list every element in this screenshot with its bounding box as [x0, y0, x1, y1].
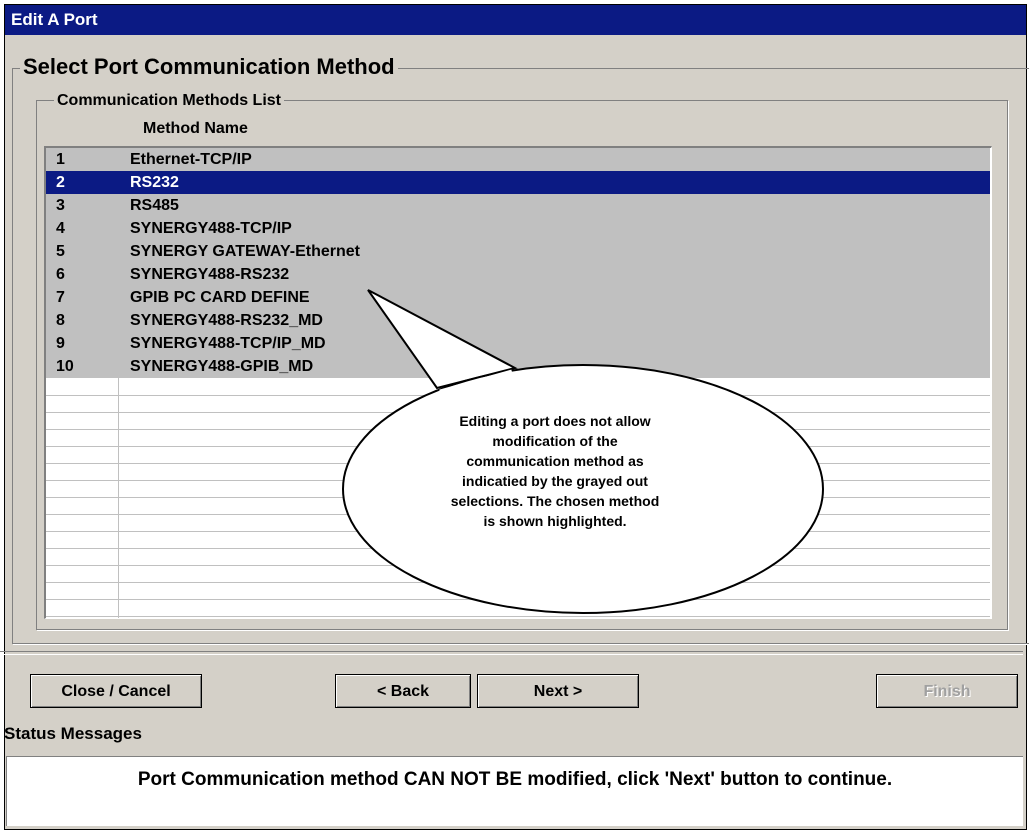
- list-item-name: SYNERGY488-RS232: [130, 266, 290, 283]
- callout-line: Editing a port does not allow: [459, 413, 651, 429]
- list-item-name: SYNERGY488-TCP/IP: [130, 220, 292, 237]
- column-header-method-name: Method Name: [143, 120, 248, 137]
- callout-line: indicatied by the grayed out: [462, 473, 648, 489]
- close-cancel-button[interactable]: Close / Cancel: [30, 674, 202, 708]
- callout-text: Editing a port does not allow modificati…: [425, 411, 685, 531]
- select-method-group-title: Select Port Communication Method: [20, 54, 398, 80]
- list-item-number: 10: [56, 358, 74, 375]
- empty-row-line: [46, 531, 990, 532]
- list-item-name: SYNERGY GATEWAY-Ethernet: [130, 243, 360, 260]
- list-item-name: RS232: [130, 174, 179, 191]
- separator: [0, 651, 1023, 655]
- methods-listbox[interactable]: 1 Ethernet-TCP/IP 2 RS232 3 RS485 4 SYNERGY488-…: [44, 146, 992, 619]
- list-item[interactable]: 7 GPIB PC CARD DEFINE: [46, 286, 990, 309]
- list-item-number: 4: [56, 220, 65, 237]
- list-item[interactable]: 10 SYNERGY488-GPIB_MD: [46, 355, 990, 378]
- list-item-name: GPIB PC CARD DEFINE: [130, 289, 310, 306]
- list-item-name: Ethernet-TCP/IP: [130, 151, 252, 168]
- empty-row-line: [46, 616, 990, 617]
- methods-list-group-title: Communication Methods List: [54, 92, 284, 110]
- list-item-name: SYNERGY488-TCP/IP_MD: [130, 335, 326, 352]
- callout-line: is shown highlighted.: [483, 513, 627, 529]
- list-item-number: 7: [56, 289, 65, 306]
- list-item[interactable]: 2 RS232: [46, 171, 990, 194]
- list-item[interactable]: 4 SYNERGY488-TCP/IP: [46, 217, 990, 240]
- finish-button: Finish: [876, 674, 1018, 708]
- callout-line: selections. The chosen method: [450, 493, 660, 509]
- list-item-name: SYNERGY488-GPIB_MD: [130, 358, 314, 375]
- list-item-number: 5: [56, 243, 65, 260]
- callout-line: modification of the: [492, 433, 618, 449]
- empty-row-line: [46, 548, 990, 549]
- next-button[interactable]: Next >: [477, 674, 639, 708]
- list-item-name: SYNERGY488-RS232_MD: [130, 312, 323, 329]
- list-item[interactable]: 8 SYNERGY488-RS232_MD: [46, 309, 990, 332]
- empty-row-line: [46, 599, 990, 600]
- empty-row-line: [46, 565, 990, 566]
- list-item[interactable]: 3 RS485: [46, 194, 990, 217]
- list-item-number: 3: [56, 197, 65, 214]
- list-item-name: RS485: [130, 197, 179, 214]
- status-message-text: Port Communication method CAN NOT BE mod…: [137, 769, 893, 790]
- list-item[interactable]: 9 SYNERGY488-TCP/IP_MD: [46, 332, 990, 355]
- status-message-box: Port Communication method CAN NOT BE mod…: [6, 756, 1023, 826]
- back-button[interactable]: < Back: [335, 674, 471, 708]
- empty-row-line: [46, 395, 990, 396]
- empty-row-line: [46, 582, 990, 583]
- status-messages-label: Status Messages: [4, 724, 142, 743]
- window-title: Edit A Port: [5, 5, 1026, 35]
- list-item[interactable]: 6 SYNERGY488-RS232: [46, 263, 990, 286]
- list-item-number: 9: [56, 335, 65, 352]
- list-item[interactable]: 1 Ethernet-TCP/IP: [46, 148, 990, 171]
- list-item-number: 1: [56, 151, 65, 168]
- list-item[interactable]: 5 SYNERGY GATEWAY-Ethernet: [46, 240, 990, 263]
- list-item-number: 6: [56, 266, 65, 283]
- list-item-number: 8: [56, 312, 65, 329]
- callout-line: communication method as: [466, 453, 644, 469]
- list-item-number: 2: [56, 174, 65, 191]
